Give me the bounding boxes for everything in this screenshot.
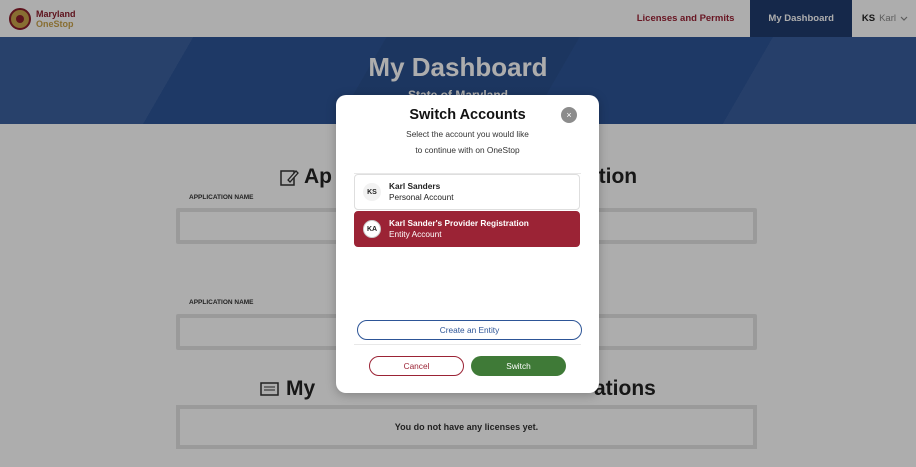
create-entity-button[interactable]: Create an Entity (357, 320, 582, 340)
switch-button[interactable]: Switch (471, 356, 566, 376)
avatar: KA (363, 220, 381, 238)
modal-description-line-1: Select the account you would like (406, 129, 529, 139)
cancel-button[interactable]: Cancel (369, 356, 464, 376)
avatar: KS (363, 183, 381, 201)
account-type: Personal Account (389, 192, 454, 202)
account-name: Karl Sander's Provider Registration (389, 218, 529, 228)
account-type: Entity Account (389, 229, 442, 239)
switch-accounts-modal: Switch Accounts × Select the account you… (336, 95, 599, 393)
modal-description-line-2: to continue with on OneStop (415, 144, 520, 155)
modal-description: Select the account you would like to con… (336, 127, 599, 158)
modal-title: Switch Accounts (409, 107, 526, 123)
close-icon: × (566, 110, 572, 120)
account-name: Karl Sanders (389, 181, 441, 191)
account-option-entity[interactable]: KA Karl Sander's Provider Registration E… (354, 211, 580, 247)
close-button[interactable]: × (561, 107, 577, 123)
account-option-personal[interactable]: KS Karl Sanders Personal Account (354, 174, 580, 210)
